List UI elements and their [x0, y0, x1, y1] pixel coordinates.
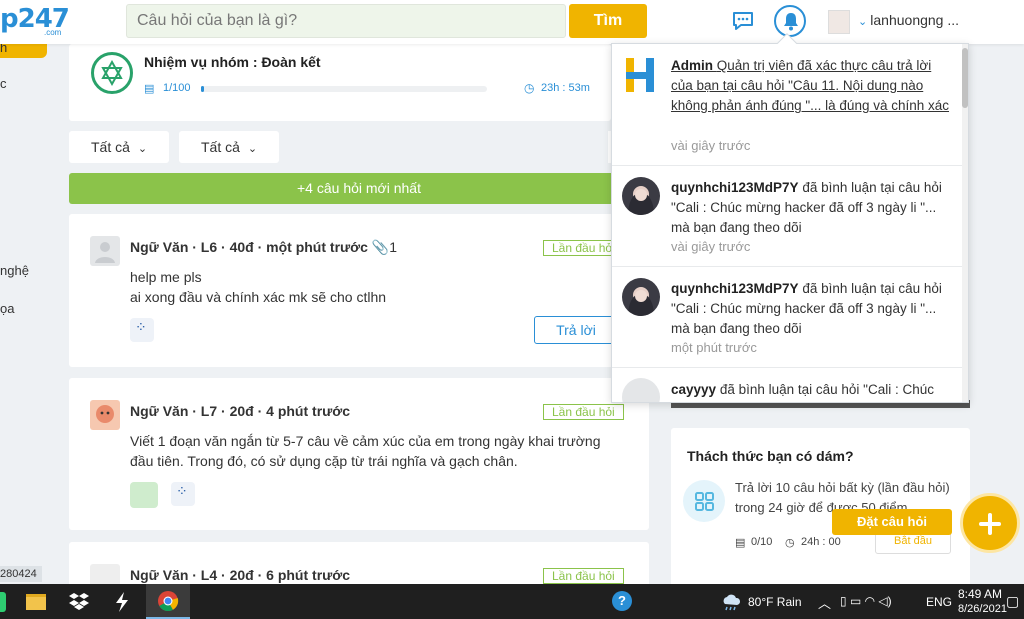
sidebar-item[interactable]: nghệ [0, 263, 29, 278]
paperclip-icon: 📎 [371, 239, 390, 255]
question-card[interactable]: Ngữ Văn · L7 · 20đ · 4 phút trước Lần đầ… [69, 378, 649, 530]
question-body[interactable]: help me pls ai xong đầu và chính xác mk … [130, 267, 630, 307]
avatar [622, 378, 660, 402]
notification-item[interactable]: Admin Quản trị viên đã xác thực câu trả … [612, 44, 962, 166]
question-line: help me pls [130, 269, 202, 285]
weather-text[interactable]: 80°F Rain [748, 595, 802, 609]
challenge-time: 24h : 00 [801, 536, 841, 548]
reaction-icon[interactable]: ⁘ [171, 482, 195, 506]
chevron-up-icon[interactable]: ︿ [818, 593, 831, 612]
question-card[interactable]: Ngữ Văn · L6 · 40đ · một phút trước 📎1 L… [69, 214, 649, 367]
app-icon[interactable] [0, 592, 6, 612]
document-icon: ▤ [144, 83, 155, 95]
filter-label: Tất cả [91, 139, 130, 155]
notification-text[interactable]: quynhchi123MdP7Y đã bình luận tại câu hỏ… [671, 279, 953, 339]
question-meta: Ngữ Văn · L6 · 40đ · một phút trước 📎1 [130, 239, 398, 255]
filter-dropdown-1[interactable]: Tất cả ⌄ [69, 131, 169, 163]
notification-bell-button[interactable] [774, 5, 806, 37]
notification-center-icon[interactable]: ▢ [1006, 593, 1019, 610]
mission-progress-fill [201, 86, 204, 92]
mission-progress-bar [201, 86, 487, 92]
user-avatar-icon[interactable] [90, 236, 120, 266]
mission-time: 23h : 53m [541, 82, 590, 94]
question-line: đầu tiên. Trong đó, có sử dụng cặp từ tr… [130, 453, 518, 469]
folder-icon[interactable] [26, 594, 46, 610]
search-input[interactable]: Câu hỏi của bạn là gì? [126, 4, 566, 38]
challenge-title: Thách thức bạn có dám? [687, 448, 854, 464]
bell-icon [784, 13, 798, 31]
notification-time: vài giây trước [671, 138, 751, 153]
notification-scrollbar[interactable] [962, 44, 968, 402]
header: p247 .com Câu hỏi của bạn là gì? Tìm ⌄ l… [0, 0, 1024, 44]
weather-icon[interactable] [720, 593, 742, 613]
plus-icon[interactable] [960, 493, 1020, 553]
winamp-icon[interactable] [114, 592, 136, 612]
notification-time: một phút trước [671, 340, 757, 355]
user-avatar-icon[interactable] [90, 400, 120, 430]
avatar[interactable] [828, 10, 850, 34]
grid-icon [683, 480, 725, 522]
notification-text[interactable]: Admin Quản trị viên đã xác thực câu trả … [671, 56, 953, 116]
document-icon: ▤ [735, 537, 746, 549]
sidebar-item[interactable]: ọa [0, 301, 14, 316]
user-id-badge: 280424 [0, 566, 42, 582]
challenge-count: 0/10 [751, 536, 773, 548]
avatar [622, 278, 660, 316]
filter-label: Tất cả [201, 139, 240, 155]
ask-question-label[interactable]: Đặt câu hỏi [832, 509, 952, 535]
first-question-tag: Lần đầu hỏi [543, 404, 624, 420]
question-meta: Ngữ Văn · L4 · 20đ · 6 phút trước [130, 567, 351, 583]
notification-text[interactable]: cayyyy đã bình luận tại câu hỏi "Cali : … [671, 380, 953, 400]
user-name: lanhuongng ... [870, 12, 960, 28]
chevron-down-icon: ⌄ [247, 143, 258, 155]
windows-taskbar: ? 80°F Rain ︿ ▯ ▭ ◠ ◁) ENG 8:49 AM 8/26/… [0, 584, 1024, 619]
system-tray-icons[interactable]: ▯ ▭ ◠ ◁) [840, 594, 892, 608]
dropbox-icon[interactable] [68, 592, 90, 612]
user-menu[interactable]: ⌄ lanhuongng ... [858, 12, 959, 28]
chrome-taskbar-button[interactable] [146, 584, 190, 619]
search-button[interactable]: Tìm [569, 4, 647, 38]
sidebar-item[interactable]: c [0, 76, 7, 91]
avatar [622, 177, 660, 215]
new-questions-button[interactable]: +4 câu hỏi mới nhất [69, 173, 649, 204]
notification-item[interactable]: quynhchi123MdP7Y đã bình luận tại câu hỏ… [612, 166, 962, 267]
clock-date[interactable]: 8/26/2021 [958, 603, 1007, 615]
clock-time[interactable]: 8:49 AM [958, 587, 1002, 601]
chevron-down-icon: ⌄ [137, 143, 148, 155]
star-of-david-icon [91, 52, 133, 94]
question-line: ai xong đầu và chính xác mk sẽ cho ctlhn [130, 289, 387, 305]
notification-dropdown: Admin Quản trị viên đã xác thực câu trả … [611, 43, 969, 403]
filter-dropdown-2[interactable]: Tất cả ⌄ [179, 131, 279, 163]
mission-count: 1/100 [163, 82, 191, 94]
chat-icon[interactable] [732, 10, 754, 32]
clock-icon: ◷ [524, 81, 535, 95]
clock-icon: ◷ [785, 537, 795, 549]
hoc247-logo-icon [624, 56, 658, 94]
first-question-tag: Lần đầu hỏi [543, 568, 624, 584]
notification-text[interactable]: quynhchi123MdP7Y đã bình luận tại câu hỏ… [671, 178, 953, 238]
help-icon[interactable]: ? [612, 591, 632, 611]
question-meta: Ngữ Văn · L7 · 20đ · 4 phút trước [130, 403, 351, 419]
reply-button[interactable]: Trả lời [534, 316, 618, 344]
scrollbar-thumb[interactable] [962, 48, 968, 108]
chrome-icon [158, 591, 179, 612]
notification-time: vài giây trước [671, 239, 751, 254]
question-line: Viết 1 đoạn văn ngắn từ 5-7 câu về cảm x… [130, 433, 601, 449]
mission-title: Nhiệm vụ nhóm : Đoàn kết [144, 54, 321, 70]
chevron-down-icon: ⌄ [858, 16, 871, 28]
logo-sub: .com [44, 28, 62, 37]
attachment-thumbnail[interactable] [130, 482, 158, 508]
reaction-icon[interactable]: ⁘ [130, 318, 154, 342]
mission-card: Nhiệm vụ nhóm : Đoàn kết ▤ 1/100 ◷ 23h :… [69, 44, 611, 121]
language-indicator[interactable]: ENG [926, 595, 952, 609]
notification-item[interactable]: quynhchi123MdP7Y đã bình luận tại câu hỏ… [612, 267, 962, 368]
question-body[interactable]: Viết 1 đoạn văn ngắn từ 5-7 câu về cảm x… [130, 431, 640, 471]
notification-item[interactable]: cayyyy đã bình luận tại câu hỏi "Cali : … [612, 368, 962, 402]
